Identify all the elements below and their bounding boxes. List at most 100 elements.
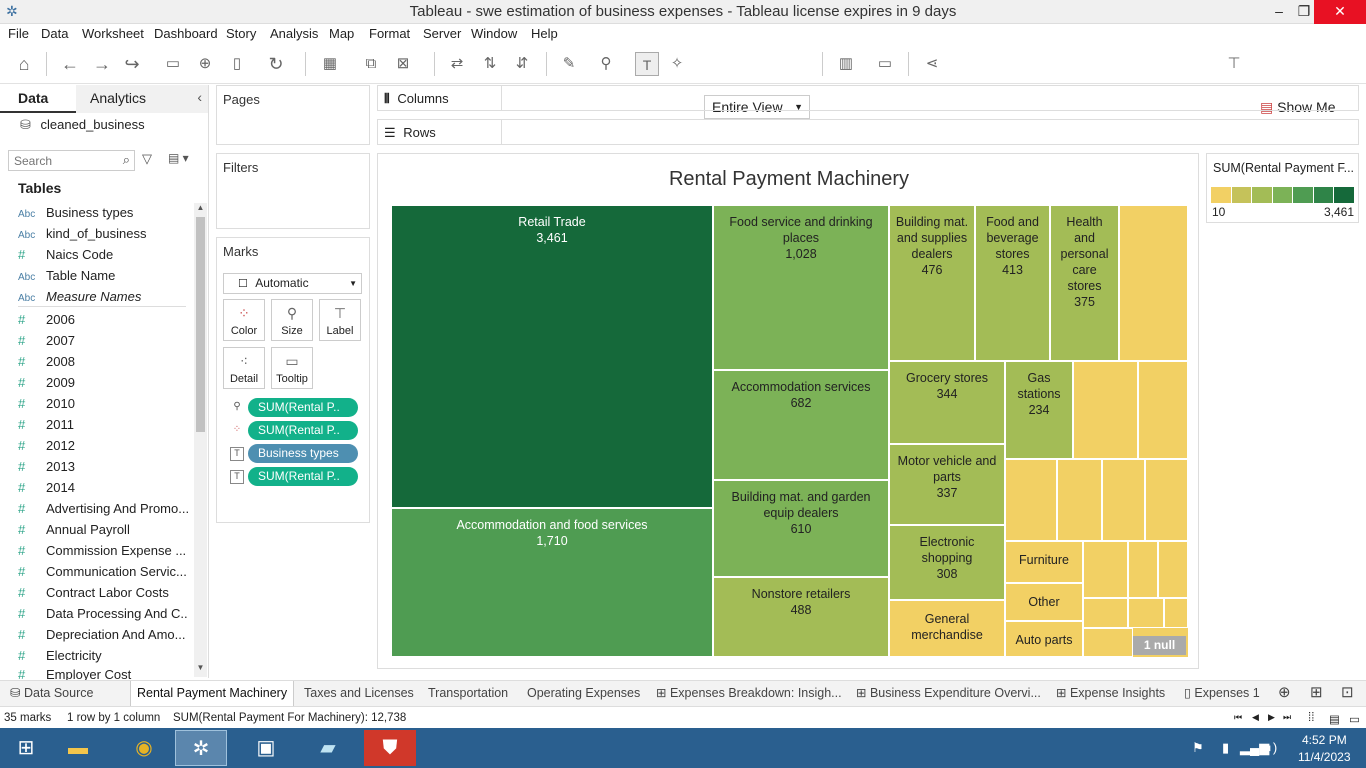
last-sheet-icon[interactable]: ⏭: [1283, 712, 1291, 723]
show-labels-icon[interactable]: T: [635, 52, 659, 76]
field-item[interactable]: # Electricity: [18, 648, 188, 668]
duplicate-sheet-icon[interactable]: ⧉: [359, 52, 383, 76]
remote-desktop-icon[interactable]: ▣: [240, 730, 292, 766]
field-item[interactable]: #2010: [18, 396, 188, 416]
treemap-tile[interactable]: [1138, 361, 1188, 459]
tab-analytics[interactable]: Analytics ‹: [76, 85, 208, 113]
pill-label-measure[interactable]: SUM(Rental P..: [248, 467, 358, 486]
treemap-tile[interactable]: [1119, 205, 1188, 361]
new-worksheet-tab-icon[interactable]: ⊕: [1272, 681, 1297, 707]
treemap-tile[interactable]: Accommodation services 682: [713, 370, 889, 480]
field-item[interactable]: #2013: [18, 459, 188, 479]
refresh-icon[interactable]: ↻: [264, 52, 288, 76]
treemap-tile[interactable]: [1083, 598, 1128, 628]
file-explorer-icon[interactable]: ▬: [52, 730, 104, 766]
sort-descending-icon[interactable]: ⇵: [510, 52, 534, 76]
treemap-tile[interactable]: Furniture: [1005, 541, 1083, 583]
field-item[interactable]: # Annual Payroll: [18, 522, 188, 542]
field-item[interactable]: #2014: [18, 480, 188, 500]
field-item[interactable]: #2011: [18, 417, 188, 437]
treemap-tile[interactable]: Food and beverage stores 413: [975, 205, 1050, 361]
scrollbar[interactable]: ▲ ▼: [194, 203, 207, 677]
show-cards-icon[interactable]: ▥: [834, 52, 858, 76]
treemap-tile[interactable]: [1128, 598, 1164, 628]
tab-expenses-1[interactable]: ▯ Expenses 1: [1178, 681, 1266, 707]
treemap-tile[interactable]: Gas stations 234: [1005, 361, 1073, 459]
next-sheet-icon[interactable]: ▶: [1268, 712, 1275, 723]
menu-data[interactable]: Data: [41, 26, 68, 41]
tab-operating-expenses[interactable]: Operating Expenses: [521, 681, 646, 707]
office-app-icon[interactable]: ⛊: [364, 730, 416, 766]
treemap-tile[interactable]: [1083, 541, 1128, 598]
field-item[interactable]: # Contract Labor Costs: [18, 585, 188, 605]
battery-icon[interactable]: ▮: [1222, 740, 1229, 756]
treemap-tile[interactable]: [1083, 628, 1133, 657]
datasource-item[interactable]: ⛁ cleaned_business: [20, 117, 145, 133]
treemap-tile[interactable]: [1057, 459, 1102, 541]
field-item[interactable]: Abc kind_of_business: [18, 226, 188, 246]
field-item[interactable]: Abc Business types: [18, 205, 188, 225]
treemap-tile[interactable]: Accommodation and food services 1,710: [391, 508, 713, 657]
tabs-view-icon[interactable]: ▭: [1349, 712, 1360, 726]
undo-icon[interactable]: ←: [58, 52, 82, 76]
tab-rental-payment-machinery[interactable]: Rental Payment Machinery: [130, 681, 295, 707]
presentation-icon[interactable]: ▭: [873, 52, 897, 76]
new-dashboard-tab-icon[interactable]: ⊞: [1304, 681, 1329, 707]
detail-button[interactable]: ⁖ Detail: [223, 347, 265, 389]
notepad-icon[interactable]: ▰: [302, 730, 354, 766]
menu-help[interactable]: Help: [531, 26, 558, 41]
treemap-tile[interactable]: Other: [1005, 583, 1083, 621]
menu-story[interactable]: Story: [226, 26, 256, 41]
tab-data-source[interactable]: ⛁ Data Source: [4, 681, 99, 707]
swap-icon[interactable]: ⇄: [445, 52, 469, 76]
treemap-tile[interactable]: [1158, 541, 1188, 598]
scroll-thumb[interactable]: [196, 217, 205, 432]
pill-size-measure[interactable]: SUM(Rental P..: [248, 398, 358, 417]
menu-dashboard[interactable]: Dashboard: [154, 26, 218, 41]
treemap-tile[interactable]: Auto parts: [1005, 621, 1083, 657]
prev-sheet-icon[interactable]: ◀: [1252, 712, 1259, 723]
pause-updates-icon[interactable]: ▯: [225, 52, 249, 76]
tab-expenses-breakdown[interactable]: ⊞ Expenses Breakdown: Insigh...: [650, 681, 848, 707]
menu-worksheet[interactable]: Worksheet: [82, 26, 144, 41]
search-field[interactable]: ⌕: [8, 150, 135, 171]
new-worksheet-icon[interactable]: ▦: [318, 52, 342, 76]
filter-icon[interactable]: ▽: [142, 151, 152, 167]
share-icon[interactable]: ⋖: [920, 52, 944, 76]
color-button[interactable]: ⁘ Color: [223, 299, 265, 341]
clear-sheet-icon[interactable]: ⊠: [391, 52, 415, 76]
menu-analysis[interactable]: Analysis: [270, 26, 318, 41]
grid-view-icon[interactable]: ⁞⁞: [1308, 712, 1314, 724]
treemap-tile[interactable]: [1128, 541, 1158, 598]
filters-shelf[interactable]: Filters: [216, 153, 370, 229]
tooltip-button[interactable]: ▭ Tooltip: [271, 347, 313, 389]
field-item[interactable]: Abc Table Name: [18, 268, 188, 288]
menu-server[interactable]: Server: [423, 26, 461, 41]
label-button[interactable]: ⊤ Label: [319, 299, 361, 341]
volume-icon[interactable]: ◖): [1265, 740, 1277, 755]
field-item[interactable]: #2008: [18, 354, 188, 374]
windows-start-icon[interactable]: ⊞: [0, 730, 52, 766]
first-sheet-icon[interactable]: ⏮: [1234, 712, 1242, 723]
field-item[interactable]: # Advertising And Promo...: [18, 501, 188, 521]
rows-shelf[interactable]: ☰ Rows: [377, 119, 1359, 145]
field-item[interactable]: # Naics Code: [18, 247, 188, 267]
treemap-tile[interactable]: [1005, 459, 1057, 541]
home-icon[interactable]: ⌂: [12, 52, 36, 76]
new-story-tab-icon[interactable]: ⊡: [1335, 681, 1360, 707]
field-item[interactable]: #2012: [18, 438, 188, 458]
tab-transportation[interactable]: Transportation: [422, 681, 514, 707]
save-icon[interactable]: ▭: [161, 52, 185, 76]
field-item[interactable]: # Communication Servic...: [18, 564, 188, 584]
columns-shelf[interactable]: ⦀ Columns: [377, 85, 1359, 111]
field-item[interactable]: # Data Processing And C...: [18, 606, 188, 626]
null-indicator[interactable]: 1 null: [1133, 636, 1186, 655]
scroll-down-icon[interactable]: ▼: [194, 663, 207, 677]
field-item[interactable]: #2006: [18, 312, 188, 332]
view-options-icon[interactable]: ▤ ▾: [168, 151, 189, 165]
tab-expense-insights[interactable]: ⊞ Expense Insights: [1050, 681, 1171, 707]
field-item[interactable]: # Commission Expense ...: [18, 543, 188, 563]
menu-map[interactable]: Map: [329, 26, 354, 41]
field-item[interactable]: #2009: [18, 375, 188, 395]
treemap-tile[interactable]: Motor vehicle and parts 337: [889, 444, 1005, 525]
